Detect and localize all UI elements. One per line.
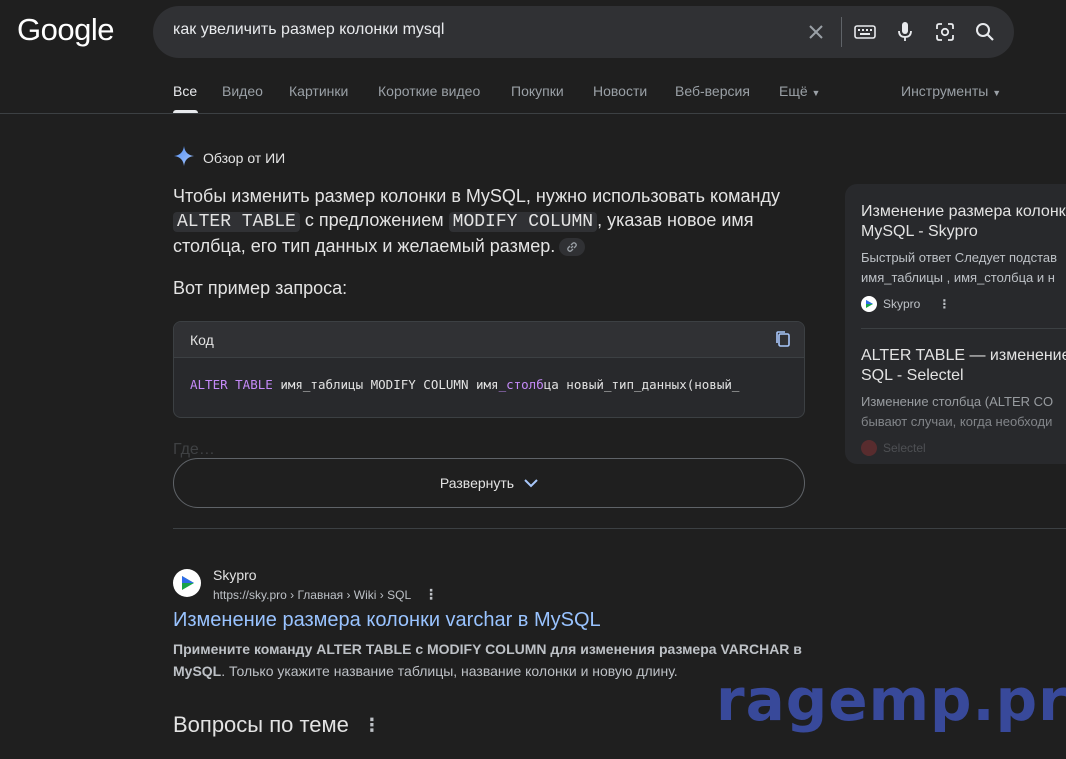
more-options-icon[interactable]: ⋮: [363, 715, 381, 736]
source-link-icon[interactable]: [559, 238, 586, 257]
source-title[interactable]: MySQL - Skypro: [861, 222, 1066, 242]
tab-images[interactable]: Картинки: [289, 83, 348, 99]
chevron-down-icon: [524, 475, 538, 491]
ai-example-label: Вот пример запроса:: [173, 278, 348, 298]
selectel-logo-icon: [861, 440, 877, 456]
source-snippet: имя_таблицы , имя_столбца и н: [861, 270, 1055, 285]
related-questions-heading: Вопросы по теме ⋮: [173, 712, 381, 738]
result-url-text: https://sky.pro › Главная › Wiki › SQL: [213, 588, 411, 602]
source-title[interactable]: Изменение размера колонки: [861, 202, 1066, 222]
source-card[interactable]: ALTER TABLE — изменение SQL - Selectel И…: [861, 346, 1066, 456]
clear-icon[interactable]: [804, 20, 828, 44]
tab-more-label: Ещё: [779, 83, 808, 99]
source-name: Selectel: [883, 441, 926, 455]
source-title[interactable]: SQL - Selectel: [861, 366, 1066, 386]
code-block-header: Код: [174, 322, 804, 358]
source-name: Skypro: [883, 297, 921, 311]
source-site: Selectel: [861, 440, 1066, 456]
ai-overview-text: Чтобы изменить размер колонки в MySQL, н…: [173, 184, 813, 258]
source-title[interactable]: ALTER TABLE — изменение: [861, 346, 1066, 366]
inline-code: MODIFY COLUMN: [448, 212, 598, 232]
tab-web[interactable]: Веб-версия: [675, 83, 750, 99]
ai-overview-title: Обзор от ИИ: [203, 149, 286, 166]
source-card[interactable]: Изменение размера колонки MySQL - Skypro…: [861, 202, 1066, 312]
tab-video[interactable]: Видео: [222, 83, 263, 99]
source-snippet: Изменение столбца (ALTER CO: [861, 394, 1054, 409]
result-site-name[interactable]: Skypro: [213, 567, 257, 583]
tools-label: Инструменты: [901, 83, 989, 99]
ai-overview-header: Обзор от ИИ: [173, 145, 285, 170]
result-url[interactable]: https://sky.pro › Главная › Wiki › SQL ⋮: [213, 586, 438, 603]
snippet-text: . Только укажите название таблицы, назва…: [221, 663, 678, 679]
camera-lens-icon[interactable]: [933, 20, 957, 44]
code-block: Код ALTER TABLE имя_таблицы MODIFY COLUM…: [173, 321, 805, 418]
keyboard-icon[interactable]: [853, 20, 877, 44]
source-divider: [861, 328, 1066, 329]
watermark: ragemp.pro: [716, 666, 1066, 734]
search-bar[interactable]: как увеличить размер колонки mysql: [153, 6, 1014, 58]
tab-all[interactable]: Все: [173, 83, 197, 99]
gemini-sparkle-icon: [173, 145, 195, 170]
questions-title: Вопросы по теме: [173, 712, 349, 737]
dropdown-arrow-icon: ▼: [811, 88, 821, 98]
microphone-icon[interactable]: [893, 20, 917, 44]
code-text: имя_таблицы MODIFY COLUMN имя: [272, 377, 499, 392]
skypro-logo-icon: [861, 296, 877, 312]
more-options-icon[interactable]: ⋮: [424, 586, 438, 602]
ai-text-part: Чтобы изменить размер колонки в MySQL, н…: [173, 186, 780, 206]
faded-text: Где…: [173, 441, 215, 458]
code-block-label: Код: [190, 332, 214, 348]
more-options-icon[interactable]: ⋮: [938, 297, 950, 311]
source-site: Skypro ⋮: [861, 296, 1066, 312]
google-logo[interactable]: Google: [17, 12, 114, 48]
code-keyword: ALTER TABLE: [190, 377, 273, 392]
header-divider: [0, 113, 1066, 114]
search-divider: [841, 17, 842, 47]
tab-short-video[interactable]: Короткие видео: [378, 83, 480, 99]
source-snippet: Быстрый ответ Следует подстав: [861, 250, 1058, 265]
code-keyword: _столб: [498, 377, 544, 392]
code-line: ALTER TABLE имя_таблицы MODIFY COLUMN им…: [190, 377, 739, 392]
search-input[interactable]: как увеличить размер колонки mysql: [173, 21, 444, 39]
expand-label: Развернуть: [439, 475, 515, 491]
code-text: ца новый_тип_данных(новый_: [543, 377, 740, 392]
skypro-favicon-icon[interactable]: [173, 569, 201, 597]
tab-shopping[interactable]: Покупки: [511, 83, 564, 99]
inline-code: ALTER TABLE: [173, 212, 300, 232]
tools-button[interactable]: Инструменты ▼: [901, 83, 1001, 99]
dropdown-arrow-icon: ▼: [992, 88, 1002, 98]
ai-text-part: с предложением: [299, 210, 449, 230]
ai-sources-panel: Изменение размера колонки MySQL - Skypro…: [845, 184, 1066, 464]
tab-news[interactable]: Новости: [593, 83, 647, 99]
search-icon[interactable]: [973, 20, 997, 44]
source-snippet: бывают случаи, когда необходи: [861, 414, 1053, 429]
expand-button[interactable]: Развернуть: [173, 458, 805, 508]
section-divider: [173, 528, 1066, 529]
result-title-link[interactable]: Изменение размера колонки varchar в MySQ…: [173, 609, 601, 632]
tab-more[interactable]: Ещё ▼: [779, 83, 820, 99]
copy-icon[interactable]: [774, 330, 792, 353]
